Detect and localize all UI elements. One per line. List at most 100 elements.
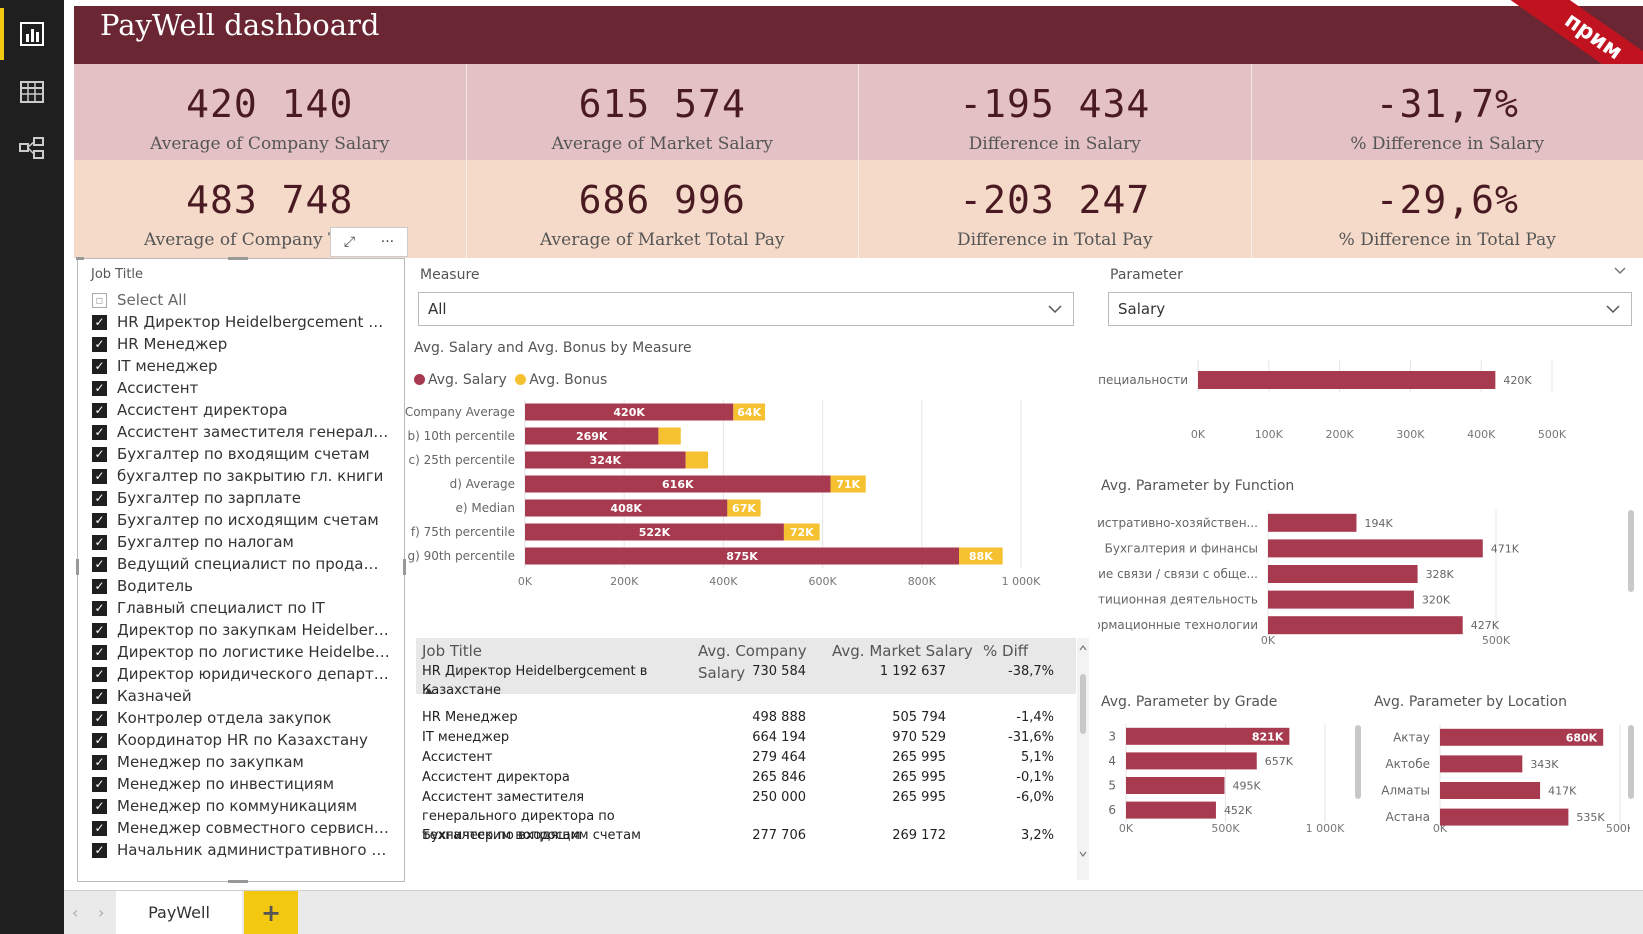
checkbox-checked-icon[interactable]: ✓: [92, 820, 107, 836]
kpi-card[interactable]: 615 574 Average of Market Salary: [467, 64, 859, 160]
more-options-icon[interactable]: ···: [381, 234, 394, 250]
checkbox-checked-icon[interactable]: ✓: [92, 424, 107, 440]
bar[interactable]: [1198, 371, 1496, 389]
resize-handle[interactable]: [76, 559, 79, 575]
slicer-item[interactable]: ✓ Бухгалтер по входящим счетам: [92, 443, 392, 465]
checkbox-checked-icon[interactable]: ✓: [92, 402, 107, 418]
slicer-item[interactable]: ✓ Директор по закупкам Heidelbergce...: [92, 619, 392, 641]
bar[interactable]: [1126, 777, 1225, 794]
bar[interactable]: [1126, 801, 1216, 819]
checkbox-checked-icon[interactable]: ✓: [92, 446, 107, 462]
legend-salary-label[interactable]: Avg. Salary: [428, 372, 507, 388]
bonus-bar[interactable]: [685, 451, 709, 469]
kpi-card[interactable]: 420 140 Average of Company Salary: [74, 64, 467, 160]
checkbox-checked-icon[interactable]: ✓: [92, 336, 107, 352]
resize-handle[interactable]: [228, 257, 248, 260]
table-row[interactable]: HR Менеджер 498 888 505 794 -1,4%: [416, 708, 1076, 728]
bar[interactable]: [1268, 539, 1483, 558]
slicer-select-all[interactable]: ▫ Select All: [92, 289, 392, 311]
legend-bonus-label[interactable]: Avg. Bonus: [529, 372, 607, 388]
resize-handle[interactable]: [76, 257, 84, 260]
table-row[interactable]: IT менеджер 664 194 970 529 -31,6%: [416, 728, 1076, 748]
checkbox-checked-icon[interactable]: ✓: [92, 512, 107, 528]
grade-chart-scrollbar[interactable]: [1355, 725, 1361, 799]
checkbox-checked-icon[interactable]: ✓: [92, 842, 107, 858]
checkbox-checked-icon[interactable]: ✓: [92, 644, 107, 660]
kpi-card[interactable]: -29,6% % Difference in Total Pay: [1252, 160, 1643, 258]
checkbox-checked-icon[interactable]: ✓: [92, 468, 107, 484]
checkbox-checked-icon[interactable]: ✓: [92, 490, 107, 506]
bar[interactable]: [1126, 752, 1257, 770]
slicer-item[interactable]: ✓ Бухгалтер по исходящим счетам: [92, 509, 392, 531]
column-header-job-title[interactable]: Job Title: [422, 640, 482, 662]
table-scrollbar[interactable]: [1077, 638, 1089, 880]
bar[interactable]: [1440, 808, 1569, 826]
checkbox-checked-icon[interactable]: ✓: [92, 732, 107, 748]
slicer-item[interactable]: ✓ IT менеджер: [92, 355, 392, 377]
checkbox-icon[interactable]: ▫: [92, 292, 107, 308]
slicer-item[interactable]: ✓ Ассистент: [92, 377, 392, 399]
checkbox-checked-icon[interactable]: ✓: [92, 534, 107, 550]
slicer-item[interactable]: ✓ Водитель: [92, 575, 392, 597]
slicer-item[interactable]: ✓ Директор юридического департаме...: [92, 663, 392, 685]
slicer-item[interactable]: ✓ Контролер отдела закупок: [92, 707, 392, 729]
checkbox-checked-icon[interactable]: ✓: [92, 754, 107, 770]
bar[interactable]: [1268, 513, 1357, 532]
tab-prev-arrow-icon[interactable]: ‹: [72, 903, 78, 922]
function-chart-scrollbar[interactable]: [1628, 510, 1634, 592]
kpi-card[interactable]: -203 247 Difference in Total Pay: [859, 160, 1252, 258]
column-header-diff[interactable]: % Diff: [983, 640, 1028, 662]
checkbox-checked-icon[interactable]: ✓: [92, 710, 107, 726]
slicer-item[interactable]: ✓ Бухгалтер по налогам: [92, 531, 392, 553]
slicer-item[interactable]: ✓ Ассистент директора: [92, 399, 392, 421]
slicer-item[interactable]: ✓ Ведущий специалист по продажам: [92, 553, 392, 575]
slicer-item[interactable]: ✓ Менеджер по инвестициям: [92, 773, 392, 795]
tab-next-arrow-icon[interactable]: ›: [98, 903, 104, 922]
model-view-icon[interactable]: [18, 134, 46, 162]
add-page-button[interactable]: +: [244, 891, 298, 934]
tab-paywell[interactable]: PayWell: [116, 891, 242, 934]
slicer-item[interactable]: ✓ HR Директор Heidelbergcement в Ка...: [92, 311, 392, 333]
table-row[interactable]: HR Директор Heidelbergcement в Казахстан…: [416, 662, 1076, 702]
slicer-item[interactable]: ✓ Начальник административного продаж: [92, 839, 392, 861]
checkbox-checked-icon[interactable]: ✓: [92, 578, 107, 594]
slicer-item[interactable]: ✓ Ассистент заместителя генеральног...: [92, 421, 392, 443]
bar[interactable]: [1268, 616, 1463, 635]
parameter-dropdown[interactable]: Salary: [1108, 292, 1632, 326]
slicer-item[interactable]: ✓ Менеджер по закупкам: [92, 751, 392, 773]
checkbox-checked-icon[interactable]: ✓: [92, 622, 107, 638]
focus-mode-icon[interactable]: ⤢: [344, 234, 355, 250]
checkbox-checked-icon[interactable]: ✓: [92, 666, 107, 682]
slicer-item[interactable]: ✓ Менеджер совместного сервисного...: [92, 817, 392, 839]
data-view-icon[interactable]: [18, 78, 46, 106]
slicer-item[interactable]: ✓ Менеджер по коммуникациям: [92, 795, 392, 817]
slicer-item[interactable]: ✓ Директор по логистике Heidelbergc...: [92, 641, 392, 663]
slicer-item[interactable]: ✓ бухгалтер по закрытию гл. книги: [92, 465, 392, 487]
bar[interactable]: [1440, 782, 1541, 799]
report-view-icon[interactable]: [18, 20, 46, 48]
slicer-item[interactable]: ✓ Главный специалист по IT: [92, 597, 392, 619]
checkbox-checked-icon[interactable]: ✓: [92, 688, 107, 704]
checkbox-checked-icon[interactable]: ✓: [92, 314, 107, 330]
bar[interactable]: [1268, 590, 1414, 609]
kpi-card[interactable]: -31,7% % Difference in Salary: [1252, 64, 1643, 160]
resize-handle[interactable]: [228, 880, 248, 883]
checkbox-checked-icon[interactable]: ✓: [92, 600, 107, 616]
checkbox-checked-icon[interactable]: ✓: [92, 380, 107, 396]
kpi-card[interactable]: 686 996 Average of Market Total Pay: [467, 160, 859, 258]
table-row[interactable]: Ассистент 279 464 265 995 5,1%: [416, 748, 1076, 768]
table-row[interactable]: Ассистент заместителя генерального дирек…: [416, 788, 1076, 843]
bonus-bar[interactable]: [658, 427, 681, 445]
kpi-card[interactable]: -195 434 Difference in Salary: [859, 64, 1252, 160]
measure-dropdown[interactable]: All: [418, 292, 1074, 326]
bar[interactable]: [1440, 755, 1523, 773]
checkbox-checked-icon[interactable]: ✓: [92, 556, 107, 572]
checkbox-checked-icon[interactable]: ✓: [92, 776, 107, 792]
slicer-item[interactable]: ✓ Координатор HR по Казахстану: [92, 729, 392, 751]
column-header-market-salary[interactable]: Avg. Market Salary: [832, 640, 973, 662]
slicer-item[interactable]: ✓ Казначей: [92, 685, 392, 707]
slicer-item[interactable]: ✓ Бухгалтер по зарплате: [92, 487, 392, 509]
location-chart-scrollbar[interactable]: [1628, 725, 1634, 799]
collapse-chevron-icon[interactable]: [1612, 262, 1628, 282]
table-row[interactable]: Ассистент директора 265 846 265 995 -0,1%: [416, 768, 1076, 788]
